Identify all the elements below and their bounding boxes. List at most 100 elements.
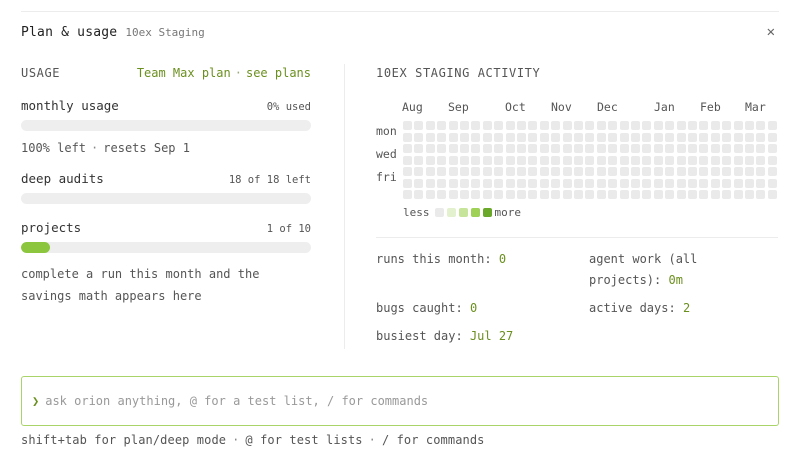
see-plans-link[interactable]: see plans xyxy=(246,66,311,80)
agent-work-label: agent work (all xyxy=(589,252,698,266)
heatmap-cell xyxy=(619,132,629,142)
projects-row: projects 1 of 10 xyxy=(21,220,311,235)
usage-header: USAGE Team Max plan · see plans xyxy=(21,64,311,82)
heatmap-cell xyxy=(539,178,549,188)
heatmap-cell xyxy=(699,144,709,153)
hint-test-lists: @ for test lists xyxy=(245,433,363,447)
bugs-value: 0 xyxy=(469,301,478,315)
heatmap-cell xyxy=(642,132,652,142)
heatmap-cell xyxy=(767,190,777,199)
legend-swatch xyxy=(470,208,480,217)
monthly-usage-label: monthly usage xyxy=(21,98,119,113)
heatmap-cell xyxy=(505,155,515,165)
month-label: Oct xyxy=(505,100,526,114)
heatmap-cell xyxy=(745,144,754,153)
heatmap-cell xyxy=(688,121,697,130)
day-label: wed xyxy=(376,147,397,161)
heatmap-cell xyxy=(596,167,606,176)
heatmap-cell xyxy=(710,167,720,176)
heatmap-cell xyxy=(619,155,629,165)
heatmap-cell xyxy=(494,144,504,153)
prompt-box[interactable]: ❯ xyxy=(21,376,779,426)
dialog-header: Plan & usage 10ex Staging ✕ xyxy=(21,22,779,42)
heatmap-cell xyxy=(699,167,709,176)
heatmap-cell xyxy=(619,121,629,130)
heatmap-cell xyxy=(665,178,675,188)
heatmap-cell xyxy=(482,144,492,153)
heatmap-cell xyxy=(722,190,732,199)
heatmap-cell xyxy=(688,190,697,199)
heatmap-cell xyxy=(494,190,504,199)
runs-value: 0 xyxy=(498,252,507,266)
blurb-line: savings math appears here xyxy=(21,289,202,303)
heatmap-cell xyxy=(756,178,766,188)
deep-audits-bar xyxy=(21,193,311,204)
heatmap-cell xyxy=(608,155,618,165)
month-label: Jan xyxy=(654,100,675,114)
deep-audits-value: 18 of 18 left xyxy=(228,174,311,186)
heatmap-cell xyxy=(653,132,663,142)
heatmap-cell xyxy=(482,178,492,188)
heatmap-cell xyxy=(733,132,743,142)
top-divider xyxy=(21,11,779,12)
month-label: Mar xyxy=(745,100,766,114)
dialog-title: Plan & usage xyxy=(21,24,118,40)
heatmap-cell xyxy=(403,144,412,153)
month-label: Aug xyxy=(402,100,423,114)
heatmap-cell xyxy=(414,178,424,188)
heatmap-cell xyxy=(403,190,412,199)
heatmap-cell xyxy=(414,144,424,153)
heatmap-cell xyxy=(767,178,777,188)
heatmap-cell xyxy=(494,178,504,188)
heatmap-cell xyxy=(494,167,504,176)
heatmap-cell xyxy=(631,132,640,142)
active-days-value: 2 xyxy=(682,301,691,315)
close-icon[interactable]: ✕ xyxy=(767,22,775,42)
heatmap-cell xyxy=(699,155,709,165)
heatmap-cell xyxy=(699,190,709,199)
heatmap-cell xyxy=(505,121,515,130)
plan-info: Team Max plan · see plans xyxy=(137,66,311,80)
heatmap-cell xyxy=(767,167,777,176)
heatmap-cell xyxy=(688,155,697,165)
heatmap-cell xyxy=(471,167,481,176)
heatmap-cell xyxy=(722,178,732,188)
heatmap-cell xyxy=(425,121,435,130)
hint-plan-mode: shift+tab for plan/deep mode xyxy=(21,433,227,447)
month-label: Sep xyxy=(448,100,469,114)
heatmap-cell xyxy=(699,121,709,130)
monthly-usage-note: 100% left · resets Sep 1 xyxy=(21,141,311,155)
heatmap-cell xyxy=(631,190,640,199)
heatmap-cell xyxy=(631,167,640,176)
heatmap-cell xyxy=(710,155,720,165)
projects-fill xyxy=(21,242,50,253)
busiest-day-value: Jul 27 xyxy=(469,329,514,343)
legend-more: more xyxy=(494,206,522,219)
heatmap-cell xyxy=(745,178,754,188)
heatmap-cell xyxy=(699,178,709,188)
heatmap-cell xyxy=(494,121,504,130)
heatmap-cell xyxy=(710,121,720,130)
heatmap-cell xyxy=(482,155,492,165)
prompt-input[interactable] xyxy=(45,394,746,408)
heatmap-legend: less more xyxy=(403,206,521,219)
heatmap-cell xyxy=(745,155,754,165)
heatmap-cell xyxy=(414,155,424,165)
heatmap-cell xyxy=(745,167,754,176)
day-label: fri xyxy=(376,170,397,184)
active-days-label: active days: xyxy=(589,301,676,315)
active-days-stat: active days: 2 xyxy=(589,298,690,319)
separator-dot: · xyxy=(234,66,242,80)
heatmap-cell xyxy=(676,167,686,176)
heatmap-cell xyxy=(494,132,504,142)
heatmap-cell xyxy=(756,121,766,130)
heatmap-cell xyxy=(551,178,561,188)
month-label: Nov xyxy=(551,100,572,114)
heatmap-cell xyxy=(562,178,572,188)
heatmap-cell xyxy=(585,132,595,142)
month-labels: Aug Sep Oct Nov Dec Jan Feb Mar xyxy=(376,100,778,114)
heatmap-cell xyxy=(665,144,675,153)
heatmap-cell xyxy=(665,121,675,130)
heatmap-cell xyxy=(733,155,743,165)
month-label: Dec xyxy=(597,100,618,114)
